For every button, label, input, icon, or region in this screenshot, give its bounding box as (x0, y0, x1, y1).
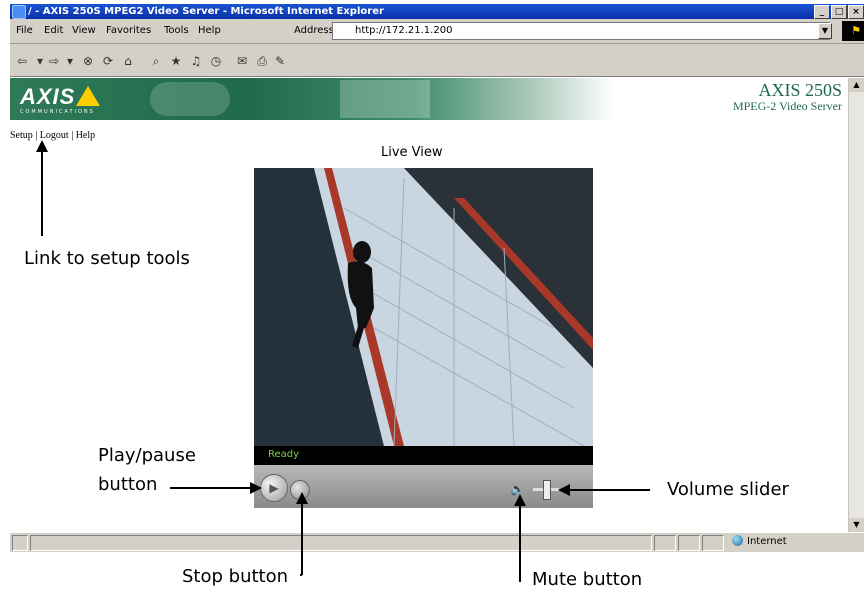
annotation-play-pause-2: button (98, 474, 158, 495)
annotation-mute: Mute button (532, 569, 643, 590)
annotation-arrows (36, 140, 650, 582)
annotation-play-pause-1: Play/pause (98, 445, 196, 466)
annotation-volume: Volume slider (667, 479, 789, 500)
annotation-stop: Stop button (182, 566, 289, 587)
annotation-setup-tools: Link to setup tools (24, 248, 190, 269)
